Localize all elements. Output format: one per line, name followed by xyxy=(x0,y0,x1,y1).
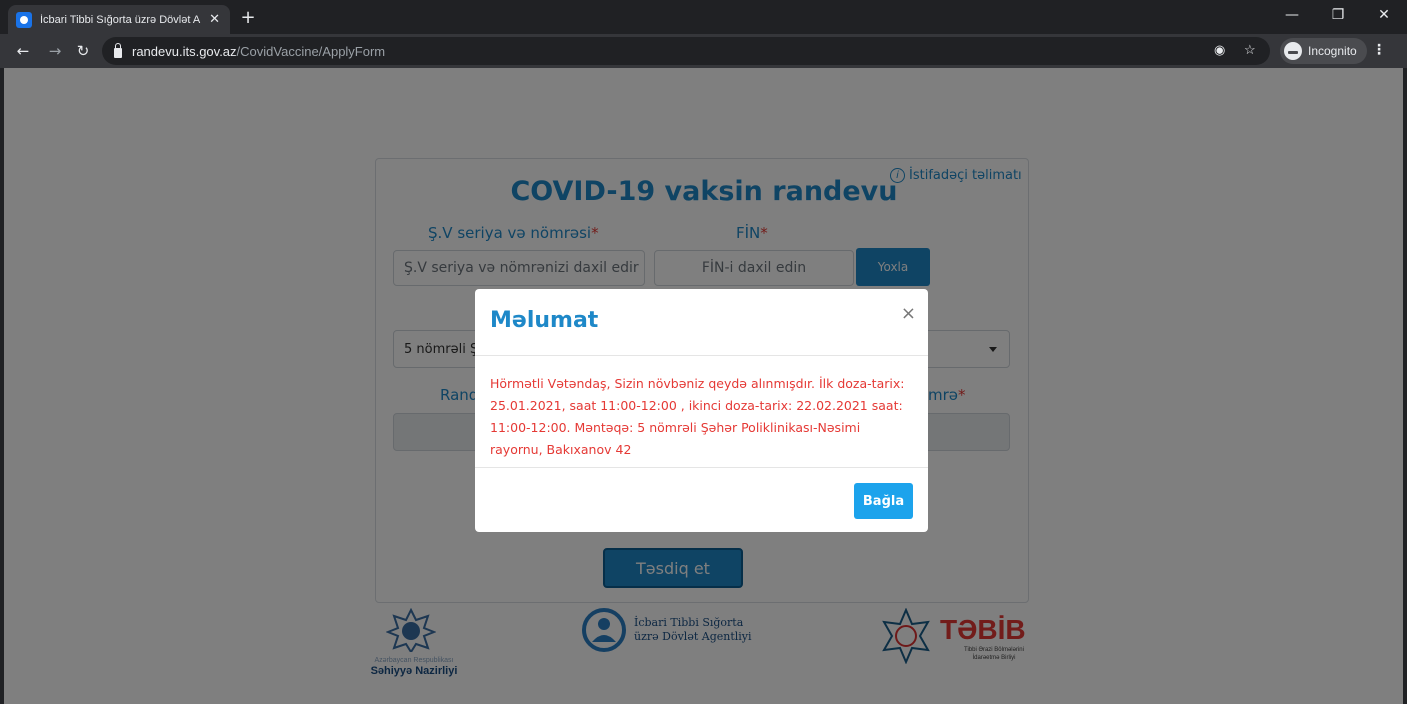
back-icon[interactable]: ← xyxy=(12,40,34,62)
browser-toolbar: ← → ↻ randevu.its.gov.az/CovidVaccine/Ap… xyxy=(0,34,1407,68)
restore-icon[interactable]: ❐ xyxy=(1315,0,1361,30)
info-modal: Məlumat × Hörmətli Vətəndaş, Sizin növbə… xyxy=(475,289,928,532)
modal-message: Hörmətli Vətəndaş, Sizin növbəniz qeydə … xyxy=(490,376,905,457)
incognito-badge[interactable]: Incognito xyxy=(1280,38,1367,64)
browser-tabstrip: İcbari Tibbi Sığorta üzrə Dövlət A ✕ + —… xyxy=(0,0,1407,34)
tab-close-icon[interactable]: ✕ xyxy=(207,12,222,27)
modal-header-divider xyxy=(475,355,928,356)
tab-title: İcbari Tibbi Sığorta üzrə Dövlət A xyxy=(40,13,201,26)
modal-footer-divider xyxy=(475,467,928,468)
page-content: i İstifadəçi təlimatı COVID-19 vaksin ra… xyxy=(4,68,1403,704)
bookmark-star-icon[interactable]: ☆ xyxy=(1244,42,1256,58)
incognito-label: Incognito xyxy=(1308,44,1357,58)
close-icon[interactable]: × xyxy=(901,303,916,324)
site-favicon-icon xyxy=(16,11,32,28)
incognito-icon xyxy=(1284,42,1302,60)
window-close-icon[interactable]: ✕ xyxy=(1361,0,1407,30)
reload-icon[interactable]: ↻ xyxy=(72,40,94,62)
modal-title: Məlumat xyxy=(490,308,599,333)
lock-icon xyxy=(114,42,122,58)
window-controls: — ❐ ✕ xyxy=(1269,0,1407,30)
eye-off-icon[interactable]: ◉ xyxy=(1214,42,1225,58)
address-bar[interactable]: randevu.its.gov.az/CovidVaccine/ApplyFor… xyxy=(102,37,1270,65)
modal-close-button[interactable]: Bağla xyxy=(854,483,913,519)
minimize-icon[interactable]: — xyxy=(1269,0,1315,30)
url-path: /CovidVaccine/ApplyForm xyxy=(236,43,386,59)
browser-menu-icon[interactable]: ⋮ xyxy=(1372,42,1386,58)
forward-icon[interactable]: → xyxy=(44,40,66,62)
browser-tab[interactable]: İcbari Tibbi Sığorta üzrə Dövlət A ✕ xyxy=(8,5,230,34)
url-host: randevu.its.gov.az xyxy=(132,43,237,59)
new-tab-icon[interactable]: + xyxy=(238,7,258,28)
